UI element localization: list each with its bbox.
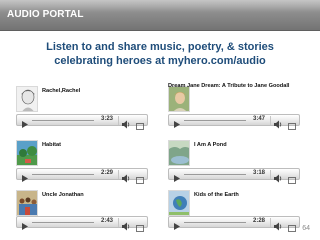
progress-track[interactable] — [32, 120, 94, 121]
duration: 3:18 — [253, 170, 266, 176]
play-icon[interactable] — [20, 116, 29, 128]
audio-player[interactable]: 2:28 — [168, 216, 300, 232]
audio-title: I Am A Pond — [194, 142, 227, 148]
audio-title: Kids of the Earth — [194, 192, 239, 198]
subtitle: Listen to and share music, poetry, & sto… — [0, 40, 320, 68]
jane-goodall-photo-icon[interactable] — [168, 86, 190, 112]
duration: 3:23 — [101, 116, 114, 122]
duration: 3:47 — [253, 116, 266, 122]
play-icon[interactable] — [172, 170, 181, 182]
audio-title: Habitat — [42, 142, 61, 148]
volume-icon[interactable] — [273, 218, 283, 231]
audio-entry-rachel: Rachel,Rachel 3:23 — [16, 86, 156, 130]
audio-title: Rachel,Rachel — [42, 88, 81, 94]
divider — [118, 218, 119, 227]
progress-track[interactable] — [32, 174, 94, 175]
play-icon[interactable] — [172, 218, 181, 230]
fullscreen-icon[interactable] — [136, 171, 144, 184]
play-icon[interactable] — [20, 170, 29, 182]
divider — [118, 116, 119, 125]
progress-track[interactable] — [32, 222, 94, 223]
fullscreen-icon[interactable] — [136, 117, 144, 130]
progress-track[interactable] — [184, 120, 246, 121]
duration: 2:29 — [101, 170, 114, 176]
portrait-sketch-icon[interactable] — [16, 86, 38, 112]
audio-title: Uncle Jonathan — [42, 192, 84, 198]
pond-scene-icon[interactable] — [168, 140, 190, 166]
audio-entry-i-am-a-pond: I Am A Pond 3:18 — [168, 140, 308, 184]
earth-kids-icon[interactable] — [168, 190, 190, 216]
habitat-art-icon[interactable] — [16, 140, 38, 166]
page-title: AUDIO PORTAL — [7, 9, 84, 20]
subtitle-line-1: Listen to and share music, poetry, & sto… — [46, 41, 274, 53]
audio-entry-kids-of-the-earth: Kids of the Earth 2:28 — [168, 190, 308, 234]
duration: 2:43 — [101, 218, 114, 224]
audio-entry-dream-jane: Dream Jane Dream: A Tribute to Jane Good… — [168, 83, 308, 130]
duration: 2:28 — [253, 218, 266, 224]
audio-player[interactable]: 2:43 — [16, 216, 148, 232]
play-icon[interactable] — [172, 116, 181, 128]
volume-icon[interactable] — [273, 170, 283, 183]
fullscreen-icon[interactable] — [288, 117, 296, 130]
divider — [270, 116, 271, 125]
subtitle-line-2: celebrating heroes at myhero.com/audio — [54, 55, 266, 67]
progress-track[interactable] — [184, 222, 246, 223]
audio-player[interactable]: 3:23 — [16, 114, 148, 130]
audio-entry-uncle-jonathan: Uncle Jonathan 2:43 — [16, 190, 156, 234]
header-bar: AUDIO PORTAL — [0, 0, 320, 31]
audio-player[interactable]: 3:18 — [168, 168, 300, 184]
divider — [118, 170, 119, 179]
play-icon[interactable] — [20, 218, 29, 230]
page-number: 64 — [302, 225, 310, 232]
audio-entry-habitat: Habitat 2:29 — [16, 140, 156, 184]
volume-icon[interactable] — [121, 218, 131, 231]
crowd-photo-icon[interactable] — [16, 190, 38, 216]
divider — [270, 218, 271, 227]
fullscreen-icon[interactable] — [288, 171, 296, 184]
volume-icon[interactable] — [121, 116, 131, 129]
volume-icon[interactable] — [121, 170, 131, 183]
audio-title: Dream Jane Dream: A Tribute to Jane Good… — [168, 83, 290, 89]
fullscreen-icon[interactable] — [136, 219, 144, 232]
progress-track[interactable] — [184, 174, 246, 175]
divider — [270, 170, 271, 179]
volume-icon[interactable] — [273, 116, 283, 129]
fullscreen-icon[interactable] — [288, 219, 296, 232]
audio-player[interactable]: 3:47 — [168, 114, 300, 130]
audio-player[interactable]: 2:29 — [16, 168, 148, 184]
